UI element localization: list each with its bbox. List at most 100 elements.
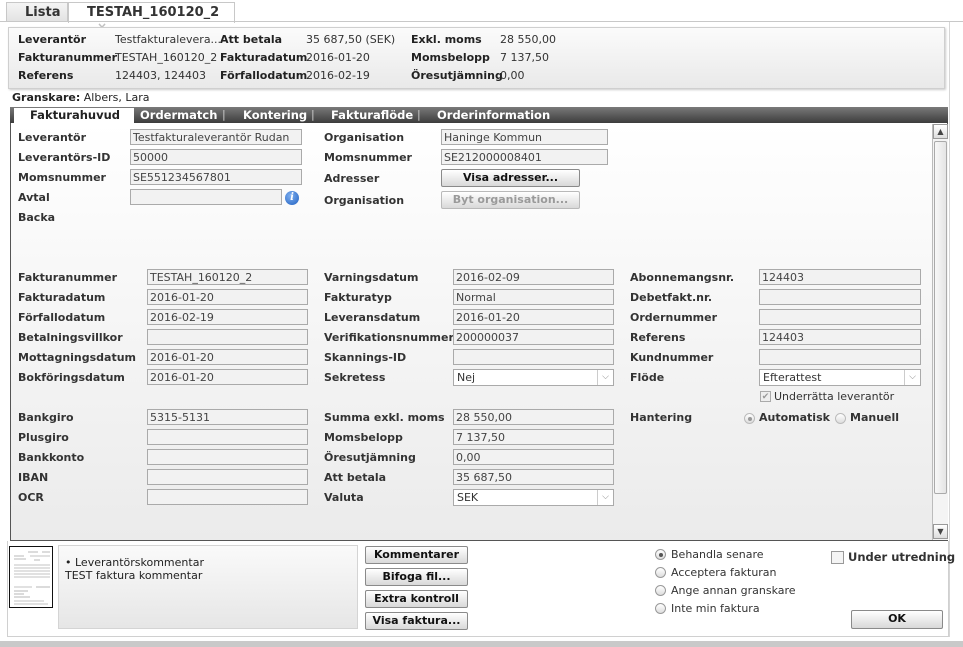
chevron-down-icon[interactable]: ⌵ bbox=[597, 490, 613, 505]
bokforingsdatum-field[interactable]: 2016-01-20 bbox=[147, 369, 308, 385]
referens-label: Referens bbox=[630, 331, 686, 344]
acceptera-radio[interactable] bbox=[655, 567, 666, 578]
mottagningsdatum-field[interactable]: 2016-01-20 bbox=[147, 349, 308, 365]
bankgiro-field[interactable]: 5315-5131 bbox=[147, 409, 308, 425]
tab-lista[interactable]: Lista bbox=[6, 2, 68, 22]
scroll-down-button[interactable]: ▼ bbox=[933, 524, 948, 539]
behandla-senare-label: Behandla senare bbox=[671, 548, 764, 561]
field-value: Efterattest bbox=[763, 371, 822, 384]
field-value: 0,00 bbox=[456, 451, 481, 464]
supplier-momsnummer-field[interactable]: SE551234567801 bbox=[130, 169, 302, 185]
summary-label: Fakturanummer bbox=[18, 51, 118, 64]
verifikationsnummer-label: Verifikationsnummer bbox=[324, 331, 454, 344]
ocr-field[interactable] bbox=[147, 489, 308, 505]
flode-select[interactable]: Efterattest ⌵ bbox=[759, 369, 921, 386]
sekretess-label: Sekretess bbox=[324, 371, 386, 384]
summary-value: 0,00 bbox=[500, 69, 525, 82]
scroll-up-button[interactable]: ▲ bbox=[933, 124, 948, 139]
panel-scrollbar[interactable]: ▲ ▼ bbox=[932, 124, 948, 540]
fakturatyp-label: Fakturatyp bbox=[324, 291, 392, 304]
under-utredning-checkbox[interactable] bbox=[831, 551, 844, 564]
org-momsnummer-field[interactable]: SE212000008401 bbox=[441, 149, 608, 165]
avtal-label: Avtal bbox=[18, 191, 50, 204]
tab-ordermatch[interactable]: Ordermatch bbox=[140, 107, 217, 123]
manuell-radio[interactable] bbox=[835, 413, 846, 424]
plusgiro-field[interactable] bbox=[147, 429, 308, 445]
ok-button[interactable]: OK bbox=[851, 610, 943, 629]
referens-field[interactable]: 124403 bbox=[759, 329, 921, 345]
fakturatyp-field[interactable]: Normal bbox=[453, 289, 614, 305]
frame-border bbox=[949, 22, 950, 637]
field-value: 28 550,00 bbox=[456, 411, 512, 424]
debetfakt-nr-field[interactable] bbox=[759, 289, 921, 305]
behandla-senare-radio[interactable] bbox=[655, 549, 666, 560]
invoice-thumbnail[interactable] bbox=[9, 546, 53, 608]
tab-fakturaflode[interactable]: Fakturaflöde bbox=[331, 107, 413, 123]
bifoga-fil-button[interactable]: Bifoga fil... bbox=[365, 568, 468, 586]
acceptera-label: Acceptera fakturan bbox=[671, 566, 777, 579]
backa-label: Backa bbox=[18, 211, 56, 224]
abonnemangsnr-field[interactable]: 124403 bbox=[759, 269, 921, 285]
byt-organisation-button[interactable]: Byt organisation... bbox=[441, 191, 580, 209]
leveransdatum-field[interactable]: 2016-01-20 bbox=[453, 309, 614, 325]
organisation-field[interactable]: Haninge Kommun bbox=[441, 129, 608, 145]
reviewer: Granskare: Albers, Lara bbox=[12, 91, 150, 104]
leverantors-id-field[interactable]: 50000 bbox=[130, 149, 302, 165]
forfallodatum-field[interactable]: 2016-02-19 bbox=[147, 309, 308, 325]
verifikationsnummer-field[interactable]: 200000037 bbox=[453, 329, 614, 345]
skannings-id-field[interactable] bbox=[453, 349, 614, 365]
leverantor-field[interactable]: Testfakturaleverantör Rudan bbox=[130, 129, 302, 145]
ordernummer-field[interactable] bbox=[759, 309, 921, 325]
visa-faktura-button[interactable]: Visa faktura... bbox=[365, 612, 468, 630]
inte-min-faktura-radio[interactable] bbox=[655, 603, 666, 614]
tab-kontering[interactable]: Kontering bbox=[243, 107, 307, 123]
summary-value: TESTAH_160120_2 bbox=[115, 51, 218, 64]
fakturadatum-field[interactable]: 2016-01-20 bbox=[147, 289, 308, 305]
field-value: 2016-02-19 bbox=[150, 311, 214, 324]
summary-label: Öresutjämning bbox=[411, 69, 503, 82]
summary-label: Fakturadatum bbox=[220, 51, 308, 64]
tab-label: Ordermatch bbox=[140, 108, 218, 122]
betalningsvillkor-label: Betalningsvillkor bbox=[18, 331, 123, 344]
betalningsvillkor-field[interactable] bbox=[147, 329, 308, 345]
summary-value: Testfakturalevera... bbox=[115, 33, 222, 46]
field-value: 2016-01-20 bbox=[150, 371, 214, 384]
summa-exkl-moms-field[interactable]: 28 550,00 bbox=[453, 409, 614, 425]
fakturanummer-field[interactable]: TESTAH_160120_2 bbox=[147, 269, 308, 285]
ange-granskare-radio[interactable] bbox=[655, 585, 666, 596]
tab-invoice[interactable]: TESTAH_160120_2 × bbox=[68, 2, 235, 34]
valuta-select[interactable]: SEK ⌵ bbox=[453, 489, 614, 506]
kundnummer-field[interactable] bbox=[759, 349, 921, 365]
info-icon[interactable]: i bbox=[285, 191, 299, 205]
automatisk-radio[interactable] bbox=[744, 413, 755, 424]
underratta-checkbox[interactable]: ✔ bbox=[760, 391, 771, 402]
scroll-thumb[interactable] bbox=[934, 141, 947, 494]
kommentarer-button[interactable]: Kommentarer bbox=[365, 546, 468, 564]
avtal-field[interactable] bbox=[130, 189, 282, 205]
field-value: Nej bbox=[457, 371, 476, 384]
att-betala-field[interactable]: 35 687,50 bbox=[453, 469, 614, 485]
fakturadatum-label: Fakturadatum bbox=[18, 291, 106, 304]
extra-kontroll-button[interactable]: Extra kontroll bbox=[365, 590, 468, 608]
tab-fakturahuvud[interactable]: Fakturahuvud bbox=[14, 108, 134, 124]
field-value: 5315-5131 bbox=[150, 411, 210, 424]
flode-label: Flöde bbox=[630, 371, 665, 384]
organisation-change-label: Organisation bbox=[324, 194, 405, 207]
oresutjamning-field[interactable]: 0,00 bbox=[453, 449, 614, 465]
tab-label: Fakturaflöde bbox=[331, 108, 414, 122]
sekretess-select[interactable]: Nej ⌵ bbox=[453, 369, 614, 386]
summary-label: Momsbelopp bbox=[411, 51, 490, 64]
field-value: 2016-01-20 bbox=[150, 291, 214, 304]
varningsdatum-field[interactable]: 2016-02-09 bbox=[453, 269, 614, 285]
chevron-down-icon[interactable]: ⌵ bbox=[904, 370, 920, 385]
field-value: TESTAH_160120_2 bbox=[150, 271, 253, 284]
ocr-label: OCR bbox=[18, 491, 44, 504]
iban-field[interactable] bbox=[147, 469, 308, 485]
chevron-down-icon[interactable]: ⌵ bbox=[597, 370, 613, 385]
momsbelopp-label: Momsbelopp bbox=[324, 431, 403, 444]
momsbelopp-field[interactable]: 7 137,50 bbox=[453, 429, 614, 445]
bankkonto-field[interactable] bbox=[147, 449, 308, 465]
field-value: Normal bbox=[456, 291, 496, 304]
visa-adresser-button[interactable]: Visa adresser... bbox=[441, 169, 580, 187]
tab-orderinformation[interactable]: Orderinformation bbox=[437, 107, 550, 123]
